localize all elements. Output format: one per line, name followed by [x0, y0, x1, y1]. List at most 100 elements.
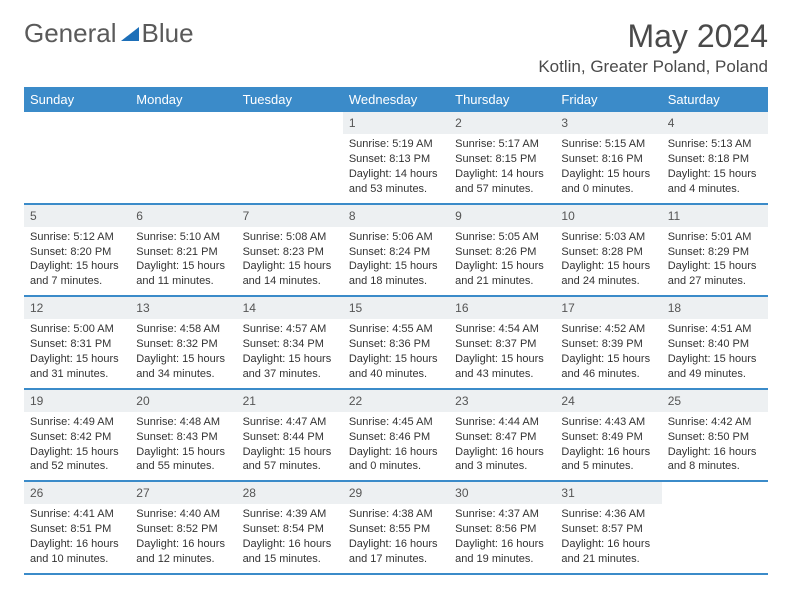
day-body: Sunrise: 4:54 AMSunset: 8:37 PMDaylight:… — [449, 319, 555, 387]
day-number: 9 — [449, 205, 555, 227]
weekday-header: SundayMondayTuesdayWednesdayThursdayFrid… — [24, 87, 768, 112]
day-cell: 17Sunrise: 4:52 AMSunset: 8:39 PMDayligh… — [555, 297, 661, 388]
daylight-line: Daylight: 15 hours and 24 minutes. — [561, 259, 655, 289]
week-row: 26Sunrise: 4:41 AMSunset: 8:51 PMDayligh… — [24, 482, 768, 575]
day-cell: 2Sunrise: 5:17 AMSunset: 8:15 PMDaylight… — [449, 112, 555, 203]
day-body: Sunrise: 5:05 AMSunset: 8:26 PMDaylight:… — [449, 227, 555, 295]
day-cell: 11Sunrise: 5:01 AMSunset: 8:29 PMDayligh… — [662, 205, 768, 296]
sunset-line: Sunset: 8:28 PM — [561, 245, 655, 260]
day-body: Sunrise: 5:19 AMSunset: 8:13 PMDaylight:… — [343, 134, 449, 202]
day-cell: 27Sunrise: 4:40 AMSunset: 8:52 PMDayligh… — [130, 482, 236, 573]
day-body: Sunrise: 5:10 AMSunset: 8:21 PMDaylight:… — [130, 227, 236, 295]
day-number: 12 — [24, 297, 130, 319]
day-number: 29 — [343, 482, 449, 504]
sunset-line: Sunset: 8:42 PM — [30, 430, 124, 445]
daylight-line: Daylight: 15 hours and 52 minutes. — [30, 445, 124, 475]
day-cell — [662, 482, 768, 573]
daylight-line: Daylight: 15 hours and 27 minutes. — [668, 259, 762, 289]
day-body: Sunrise: 5:12 AMSunset: 8:20 PMDaylight:… — [24, 227, 130, 295]
brand-part1: General — [24, 18, 117, 49]
day-cell: 5Sunrise: 5:12 AMSunset: 8:20 PMDaylight… — [24, 205, 130, 296]
day-number: 18 — [662, 297, 768, 319]
sunset-line: Sunset: 8:51 PM — [30, 522, 124, 537]
sunset-line: Sunset: 8:43 PM — [136, 430, 230, 445]
day-cell: 26Sunrise: 4:41 AMSunset: 8:51 PMDayligh… — [24, 482, 130, 573]
sunrise-line: Sunrise: 5:12 AM — [30, 230, 124, 245]
weekday-label: Thursday — [449, 87, 555, 112]
sunset-line: Sunset: 8:36 PM — [349, 337, 443, 352]
sunrise-line: Sunrise: 4:57 AM — [243, 322, 337, 337]
day-cell: 20Sunrise: 4:48 AMSunset: 8:43 PMDayligh… — [130, 390, 236, 481]
sunset-line: Sunset: 8:49 PM — [561, 430, 655, 445]
daylight-line: Daylight: 15 hours and 14 minutes. — [243, 259, 337, 289]
daylight-line: Daylight: 15 hours and 34 minutes. — [136, 352, 230, 382]
sail-icon — [121, 27, 139, 41]
day-number: 23 — [449, 390, 555, 412]
sunset-line: Sunset: 8:16 PM — [561, 152, 655, 167]
day-body: Sunrise: 4:40 AMSunset: 8:52 PMDaylight:… — [130, 504, 236, 572]
day-body: Sunrise: 4:41 AMSunset: 8:51 PMDaylight:… — [24, 504, 130, 572]
sunrise-line: Sunrise: 4:47 AM — [243, 415, 337, 430]
sunrise-line: Sunrise: 5:06 AM — [349, 230, 443, 245]
day-number: 16 — [449, 297, 555, 319]
sunrise-line: Sunrise: 4:41 AM — [30, 507, 124, 522]
sunrise-line: Sunrise: 5:05 AM — [455, 230, 549, 245]
sunrise-line: Sunrise: 4:45 AM — [349, 415, 443, 430]
day-cell: 4Sunrise: 5:13 AMSunset: 8:18 PMDaylight… — [662, 112, 768, 203]
day-number: 21 — [237, 390, 343, 412]
sunrise-line: Sunrise: 5:00 AM — [30, 322, 124, 337]
title-block: May 2024 Kotlin, Greater Poland, Poland — [538, 18, 768, 77]
daylight-line: Daylight: 16 hours and 0 minutes. — [349, 445, 443, 475]
sunrise-line: Sunrise: 4:55 AM — [349, 322, 443, 337]
day-number: 26 — [24, 482, 130, 504]
weekday-label: Sunday — [24, 87, 130, 112]
sunrise-line: Sunrise: 4:54 AM — [455, 322, 549, 337]
day-cell: 7Sunrise: 5:08 AMSunset: 8:23 PMDaylight… — [237, 205, 343, 296]
day-number: 27 — [130, 482, 236, 504]
sunset-line: Sunset: 8:37 PM — [455, 337, 549, 352]
day-number: 7 — [237, 205, 343, 227]
daylight-line: Daylight: 15 hours and 0 minutes. — [561, 167, 655, 197]
daylight-line: Daylight: 16 hours and 17 minutes. — [349, 537, 443, 567]
day-cell — [130, 112, 236, 203]
day-number: 1 — [343, 112, 449, 134]
daylight-line: Daylight: 16 hours and 5 minutes. — [561, 445, 655, 475]
sunset-line: Sunset: 8:55 PM — [349, 522, 443, 537]
day-cell: 8Sunrise: 5:06 AMSunset: 8:24 PMDaylight… — [343, 205, 449, 296]
sunset-line: Sunset: 8:23 PM — [243, 245, 337, 260]
day-body: Sunrise: 5:06 AMSunset: 8:24 PMDaylight:… — [343, 227, 449, 295]
week-row: 1Sunrise: 5:19 AMSunset: 8:13 PMDaylight… — [24, 112, 768, 205]
day-body: Sunrise: 4:47 AMSunset: 8:44 PMDaylight:… — [237, 412, 343, 480]
day-body: Sunrise: 4:49 AMSunset: 8:42 PMDaylight:… — [24, 412, 130, 480]
day-number: 28 — [237, 482, 343, 504]
day-cell: 6Sunrise: 5:10 AMSunset: 8:21 PMDaylight… — [130, 205, 236, 296]
day-cell: 31Sunrise: 4:36 AMSunset: 8:57 PMDayligh… — [555, 482, 661, 573]
daylight-line: Daylight: 14 hours and 53 minutes. — [349, 167, 443, 197]
sunset-line: Sunset: 8:20 PM — [30, 245, 124, 260]
sunrise-line: Sunrise: 4:43 AM — [561, 415, 655, 430]
day-cell: 23Sunrise: 4:44 AMSunset: 8:47 PMDayligh… — [449, 390, 555, 481]
sunrise-line: Sunrise: 5:19 AM — [349, 137, 443, 152]
weekday-label: Monday — [130, 87, 236, 112]
day-body: Sunrise: 4:44 AMSunset: 8:47 PMDaylight:… — [449, 412, 555, 480]
sunset-line: Sunset: 8:56 PM — [455, 522, 549, 537]
day-body: Sunrise: 4:52 AMSunset: 8:39 PMDaylight:… — [555, 319, 661, 387]
sunset-line: Sunset: 8:31 PM — [30, 337, 124, 352]
day-body: Sunrise: 4:55 AMSunset: 8:36 PMDaylight:… — [343, 319, 449, 387]
daylight-line: Daylight: 15 hours and 49 minutes. — [668, 352, 762, 382]
daylight-line: Daylight: 16 hours and 21 minutes. — [561, 537, 655, 567]
day-number: 22 — [343, 390, 449, 412]
daylight-line: Daylight: 15 hours and 7 minutes. — [30, 259, 124, 289]
sunrise-line: Sunrise: 4:37 AM — [455, 507, 549, 522]
day-body: Sunrise: 5:01 AMSunset: 8:29 PMDaylight:… — [662, 227, 768, 295]
month-title: May 2024 — [538, 18, 768, 55]
daylight-line: Daylight: 15 hours and 31 minutes. — [30, 352, 124, 382]
weekday-label: Friday — [555, 87, 661, 112]
sunset-line: Sunset: 8:15 PM — [455, 152, 549, 167]
daylight-line: Daylight: 15 hours and 43 minutes. — [455, 352, 549, 382]
sunrise-line: Sunrise: 4:39 AM — [243, 507, 337, 522]
calendar: SundayMondayTuesdayWednesdayThursdayFrid… — [24, 87, 768, 575]
week-row: 19Sunrise: 4:49 AMSunset: 8:42 PMDayligh… — [24, 390, 768, 483]
header: GeneralBlue May 2024 Kotlin, Greater Pol… — [24, 18, 768, 77]
sunset-line: Sunset: 8:18 PM — [668, 152, 762, 167]
